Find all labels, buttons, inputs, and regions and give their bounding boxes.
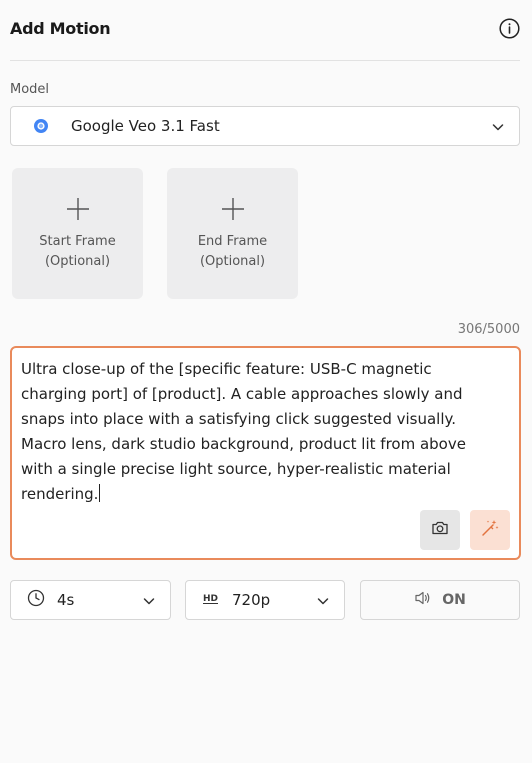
info-icon[interactable]: [498, 17, 520, 39]
duration-value: 4s: [57, 591, 75, 609]
plus-icon: [65, 196, 91, 222]
model-label: Model: [10, 82, 50, 97]
header-divider: [10, 60, 520, 61]
chevron-down-icon: [316, 593, 330, 607]
model-selected-value: Google Veo 3.1 Fast: [71, 117, 220, 135]
chevron-down-icon: [142, 593, 156, 607]
start-frame-upload[interactable]: Start Frame (Optional): [12, 168, 143, 299]
character-counter: 306/5000: [457, 322, 520, 337]
chevron-down-icon: [491, 119, 505, 133]
magic-wand-icon: [480, 518, 500, 542]
resolution-value: 720p: [232, 591, 271, 609]
hd-icon: HD: [202, 590, 220, 610]
clock-icon: [27, 589, 45, 611]
end-frame-upload[interactable]: End Frame (Optional): [167, 168, 298, 299]
prompt-value: Ultra close-up of the [specific feature:…: [21, 360, 466, 503]
model-dropdown[interactable]: Google Veo 3.1 Fast: [10, 106, 520, 146]
end-frame-label: End Frame (Optional): [197, 234, 268, 269]
camera-button[interactable]: [420, 510, 460, 550]
panel-header: Add Motion: [10, 14, 520, 42]
plus-icon: [220, 196, 246, 222]
prompt-textarea[interactable]: Ultra close-up of the [specific feature:…: [10, 346, 521, 560]
enhance-prompt-button[interactable]: [470, 510, 510, 550]
start-frame-label: Start Frame (Optional): [39, 234, 116, 269]
duration-dropdown[interactable]: 4s: [10, 580, 171, 620]
text-cursor: [99, 484, 101, 502]
page-title: Add Motion: [10, 18, 111, 38]
sound-toggle-button[interactable]: ON: [360, 580, 520, 620]
prompt-text[interactable]: Ultra close-up of the [specific feature:…: [21, 357, 501, 507]
sound-value: ON: [442, 592, 466, 608]
google-logo-icon: [33, 118, 49, 134]
camera-icon: [431, 519, 449, 541]
svg-text:HD: HD: [203, 594, 218, 604]
resolution-dropdown[interactable]: HD 720p: [185, 580, 345, 620]
speaker-icon: [414, 590, 432, 610]
